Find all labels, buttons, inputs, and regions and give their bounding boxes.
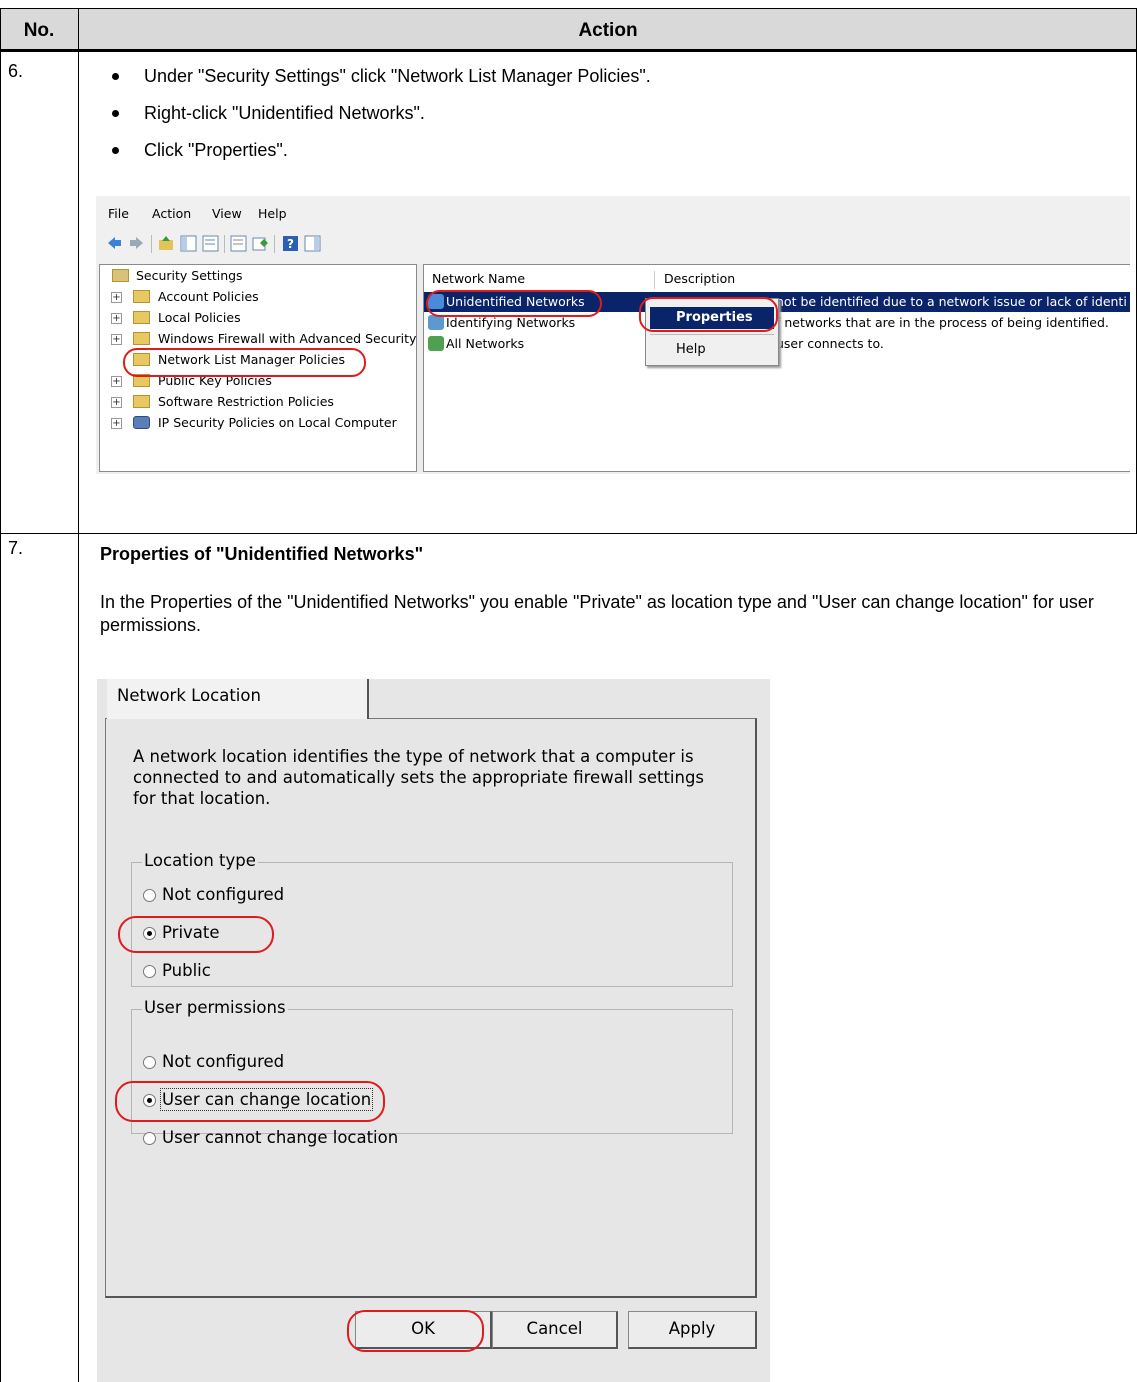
tree-label: Account Policies [158,289,259,304]
bullet-text: Under "Security Settings" click "Network… [144,66,651,86]
show-console-tree-icon[interactable] [180,235,197,252]
group-legend: Location type [142,851,258,870]
step7-description: In the Properties of the "Unidentified N… [100,592,1094,635]
list-label: Identifying Networks [446,315,576,330]
dialog-description: A network location identifies the type o… [133,747,705,808]
tree-item-account-policies[interactable]: + Account Policies [100,288,400,308]
tree-label: Windows Firewall with Advanced Security [158,331,417,346]
export-icon[interactable] [252,235,269,252]
list-description: f networks that are in the process of be… [776,315,1109,330]
expand-icon[interactable]: + [111,397,122,408]
forward-icon[interactable] [128,235,145,252]
step6-bullets: Under "Security Settings" click "Network… [100,66,1100,177]
expand-icon[interactable]: + [111,376,122,387]
bullet-dot [112,73,119,80]
radio-button[interactable] [143,1056,156,1069]
expand-icon[interactable]: + [111,313,122,324]
bullet-dot [112,147,119,154]
list-description: not be identified due to a network issue… [776,294,1127,309]
tree-label: IP Security Policies on Local Computer [158,415,397,430]
properties-dialog: Network Location A network location iden… [97,679,770,1382]
context-menu-help[interactable]: Help [650,339,774,361]
tree-item-local-policies[interactable]: + Local Policies [100,309,400,329]
toolbar-separator [151,235,152,253]
show-action-pane-icon[interactable] [304,235,321,252]
folder-icon [133,290,150,303]
table-border-left [0,8,1,1382]
properties-icon[interactable] [230,235,247,252]
tree-label: Security Settings [136,268,243,283]
export-list-icon[interactable] [202,235,219,252]
tree-item-security-settings[interactable]: Security Settings [100,267,400,287]
radio-label: Not configured [162,885,285,904]
folder-icon [133,332,150,345]
highlight-oval [118,916,274,953]
menu-file[interactable]: File [108,206,129,221]
security-settings-icon [112,269,129,282]
menu-view[interactable]: View [212,206,242,221]
list-label: All Networks [446,336,525,351]
bullet-text: Click "Properties". [144,140,288,160]
menu-item-label: Help [676,342,706,357]
expand-icon[interactable]: + [111,418,122,429]
group-legend: User permissions [142,998,288,1017]
step-number-7: 7. [8,538,24,558]
row-divider [0,533,1137,534]
column-divider [654,271,655,289]
computer-icon [133,416,150,429]
folder-icon [133,311,150,324]
mmc-window: File Action View Help ? Security Setting… [96,196,1130,474]
tree-label: Software Restriction Policies [158,394,334,409]
tree-item-software-restriction-policies[interactable]: + Software Restriction Policies [100,393,400,413]
cancel-button[interactable]: Cancel [492,1311,618,1349]
highlight-oval [123,348,366,377]
up-folder-icon[interactable] [158,235,175,252]
toolbar-separator [274,235,275,253]
apply-button[interactable]: Apply [628,1311,757,1349]
tree-item-windows-firewall[interactable]: + Windows Firewall with Advanced Securit… [100,330,416,350]
column-header-description[interactable]: Description [664,271,735,289]
tree-item-ip-security-policies[interactable]: + IP Security Policies on Local Computer [100,414,400,434]
header-action: Action [578,20,638,41]
tab-network-location[interactable]: Network Location [107,679,369,719]
step7-title: Properties of "Unidentified Networks" [100,544,424,564]
bullet-item: Under "Security Settings" click "Network… [100,66,1100,103]
highlight-oval [639,297,778,332]
highlight-oval [347,1310,484,1352]
column-divider [78,8,79,1382]
tree-label: Local Policies [158,310,241,325]
highlight-oval [115,1081,385,1122]
radio-button[interactable] [143,1132,156,1145]
header-no: No. [23,20,55,41]
radio-label: Public [162,961,211,980]
network-icon [428,315,444,330]
radio-button[interactable] [143,965,156,978]
menu-bar: File Action View Help [96,202,1130,224]
bullet-text: Right-click "Unidentified Networks". [144,103,425,123]
bullet-dot [112,110,119,117]
radio-button[interactable] [143,889,156,902]
toolbar: ? [96,232,1130,254]
radio-label: User cannot change location [162,1128,399,1147]
menu-separator [650,334,774,335]
column-header-network-name[interactable]: Network Name [432,271,525,289]
back-icon[interactable] [106,235,123,252]
toolbar-separator [224,235,225,253]
document-table: No. Action 6. Under "Security Settings" … [0,0,1137,1382]
radio-label: Not configured [162,1052,285,1071]
list-description: user connects to. [776,336,884,351]
bullet-item: Click "Properties". [100,140,1100,177]
step-number-6: 6. [8,61,24,81]
svg-text:?: ? [287,237,294,251]
highlight-oval [426,290,602,317]
bullet-item: Right-click "Unidentified Networks". [100,103,1100,140]
expand-icon[interactable]: + [111,292,122,303]
help-icon[interactable]: ? [282,235,299,252]
menu-action[interactable]: Action [152,206,191,221]
network-icon [428,336,444,351]
expand-icon[interactable]: + [111,334,122,345]
menu-help[interactable]: Help [258,206,287,221]
folder-icon [133,395,150,408]
tab-label: Network Location [117,686,261,705]
